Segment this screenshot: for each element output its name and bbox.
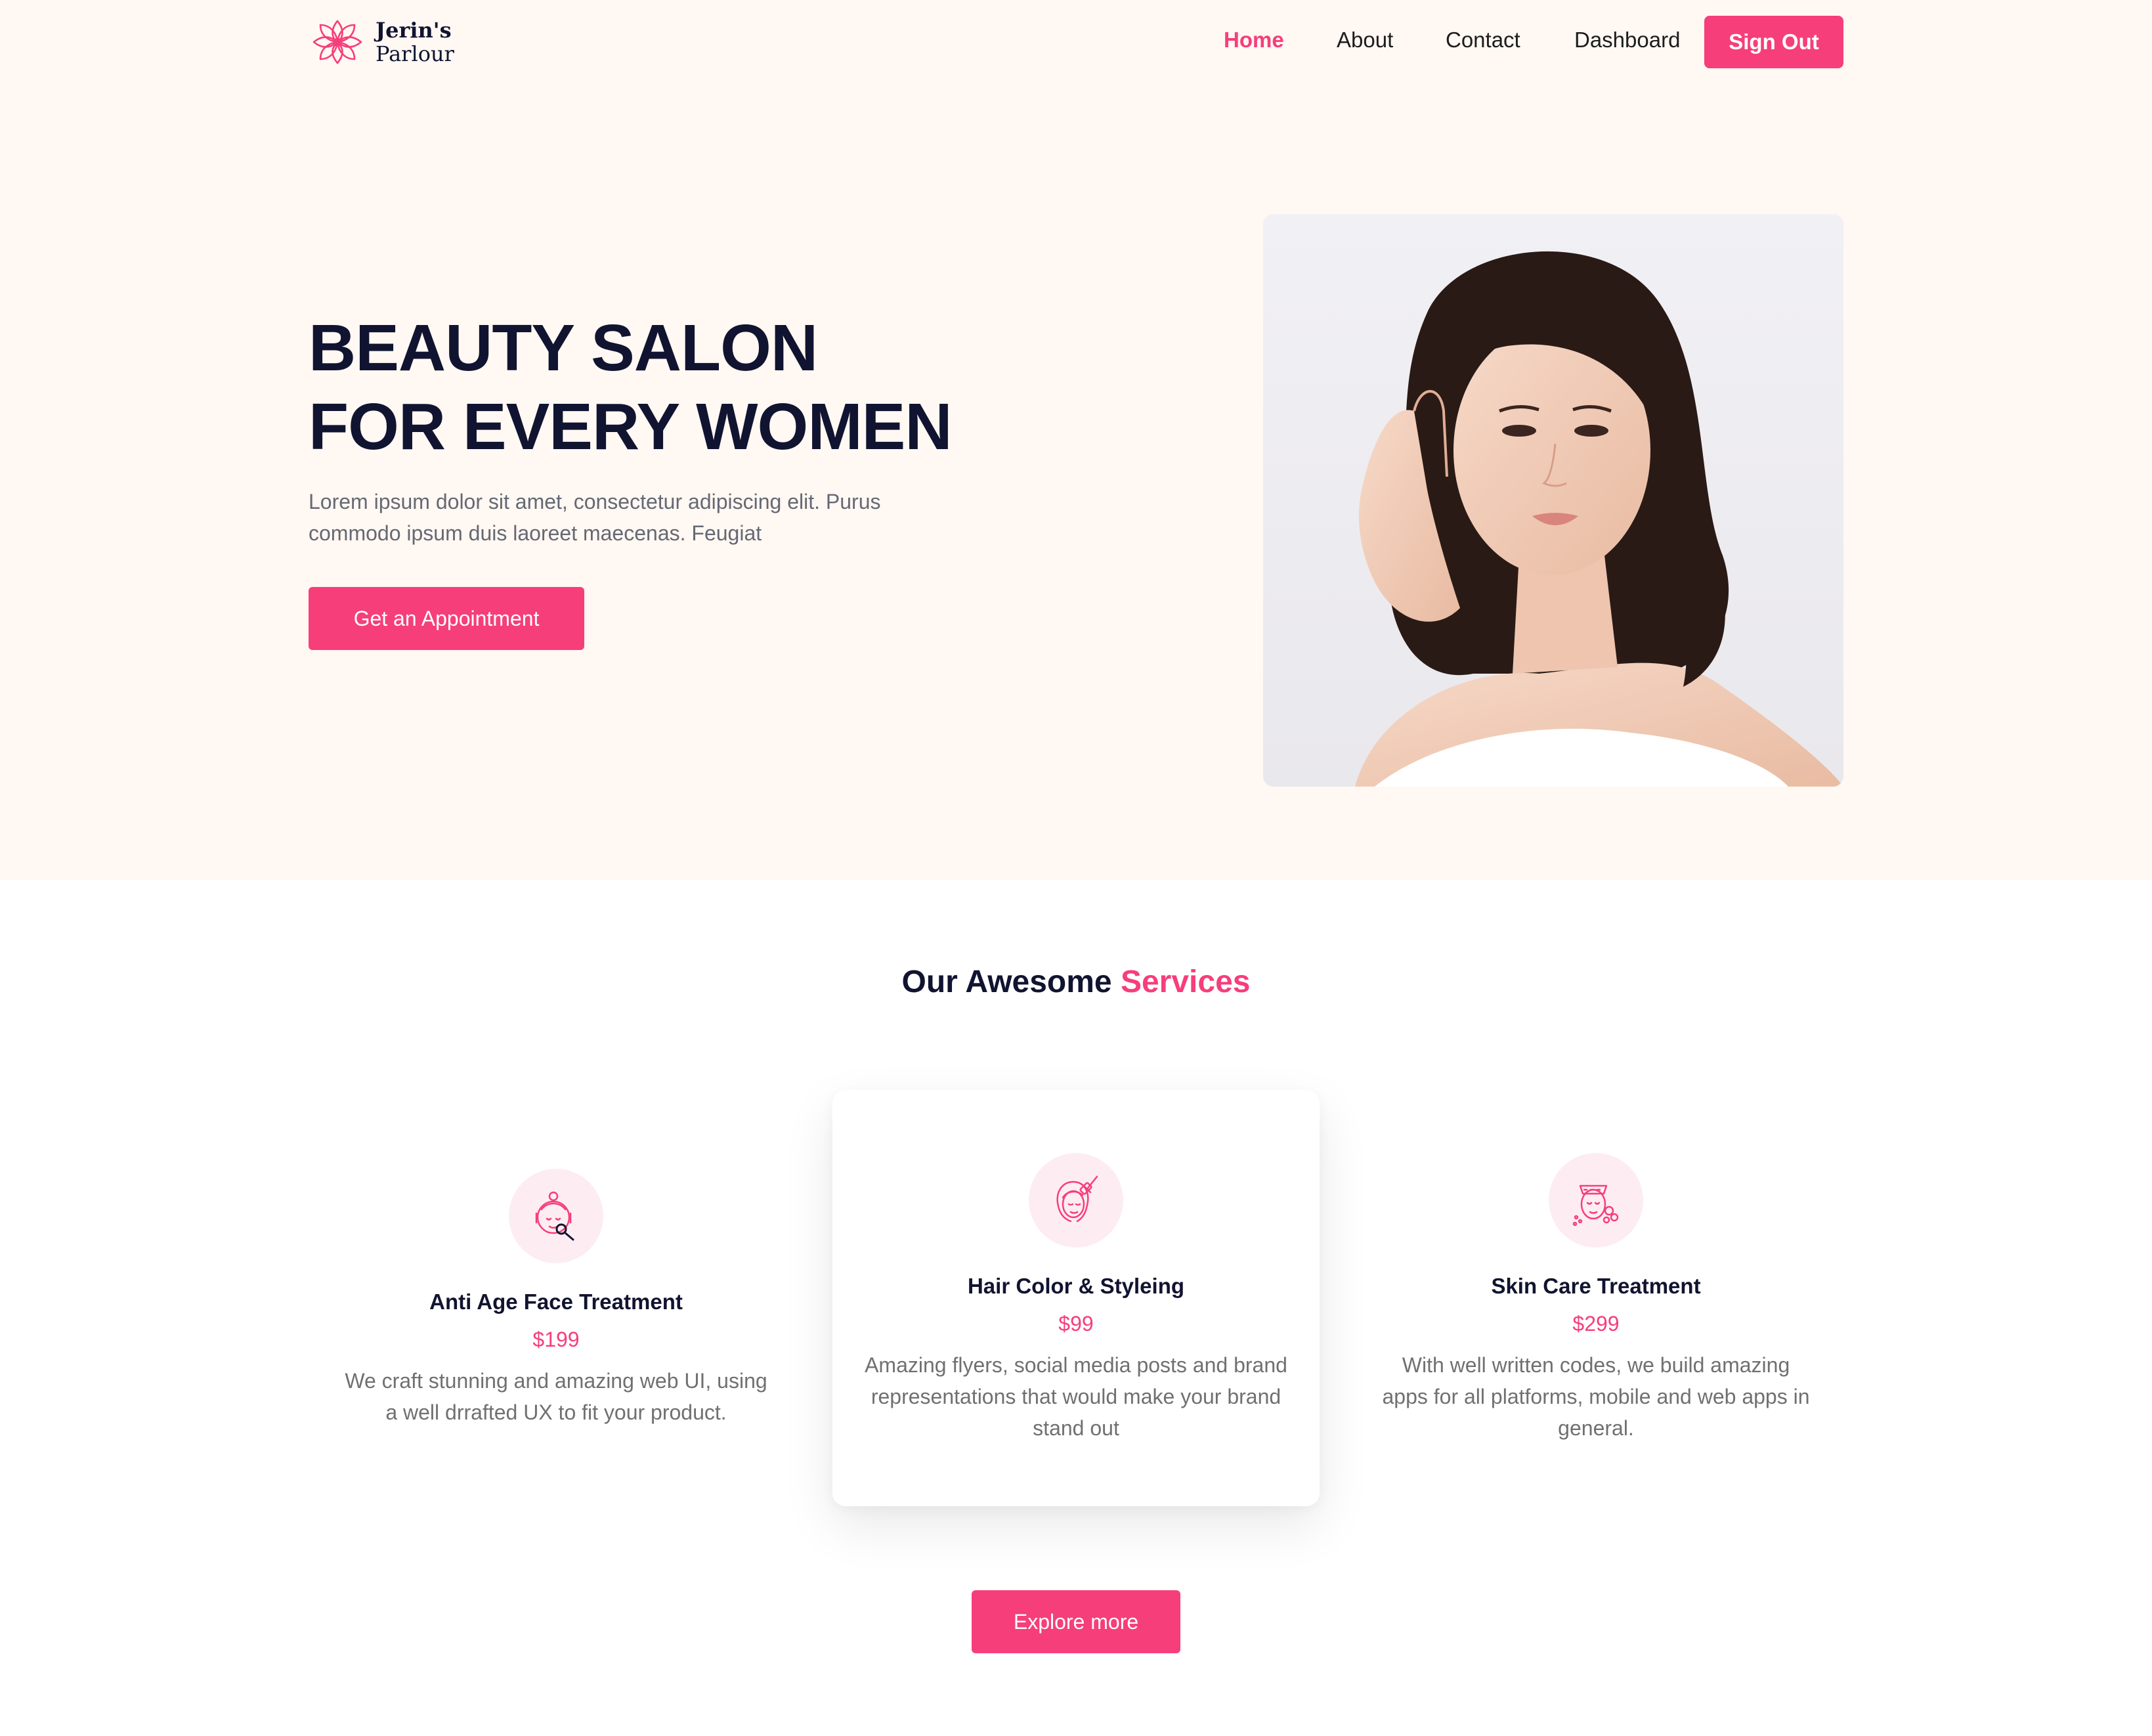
sign-out-button[interactable]: Sign Out <box>1704 16 1843 68</box>
service-title: Hair Color & Styleing <box>967 1274 1185 1298</box>
get-appointment-button[interactable]: Get an Appointment <box>309 587 584 650</box>
nav-dashboard[interactable]: Dashboard <box>1574 28 1680 53</box>
hero-title-line2: FOR EVERY WOMEN <box>309 390 953 464</box>
services-heading: Our Awesome Services <box>0 964 2152 1000</box>
nav-home[interactable]: Home <box>1224 28 1284 53</box>
nav-contact[interactable]: Contact <box>1446 28 1520 53</box>
hero-title: BEAUTY SALON FOR EVERY WOMEN <box>309 309 953 466</box>
service-card-hair-styling[interactable]: Hair Color & Styleing $99 Amazing flyers… <box>832 1153 1320 1444</box>
service-description: With well written codes, we build amazin… <box>1382 1353 1810 1440</box>
explore-more-button[interactable]: Explore more <box>972 1590 1180 1653</box>
service-price: $99 <box>1058 1312 1094 1335</box>
service-icon-circle <box>509 1169 603 1263</box>
nav-about[interactable]: About <box>1337 28 1393 53</box>
service-title: Anti Age Face Treatment <box>429 1290 683 1314</box>
face-treatment-icon <box>535 1191 574 1241</box>
service-description: We craft stunning and amazing web UI, us… <box>345 1369 767 1424</box>
service-card-skin-care[interactable]: Skin Care Treatment $299 With well writt… <box>1352 1153 1840 1444</box>
service-price: $199 <box>532 1328 580 1351</box>
services-heading-prefix: Our Awesome <box>901 965 1112 999</box>
hero-description: Lorem ipsum dolor sit amet, consectetur … <box>309 490 881 545</box>
service-icon-circle <box>1029 1153 1123 1248</box>
skin-care-icon <box>1572 1184 1619 1226</box>
brand-name-line1: Jerin's <box>376 18 452 43</box>
portrait-illustration <box>1263 214 1843 787</box>
hero-portrait-image <box>1263 214 1843 787</box>
service-price: $299 <box>1572 1312 1620 1335</box>
service-icon-circle <box>1549 1153 1643 1248</box>
service-card-face-treatment[interactable]: Anti Age Face Treatment $199 We craft st… <box>312 1169 800 1428</box>
service-description: Amazing flyers, social media posts and b… <box>865 1353 1287 1440</box>
hair-styling-icon <box>1056 1175 1098 1223</box>
services-heading-accent: Services <box>1120 965 1251 999</box>
hero-title-line1: BEAUTY SALON <box>309 311 818 385</box>
brand-name-line2: Parlour <box>376 41 454 66</box>
brand-logo[interactable]: Jerin's Parlour <box>309 14 454 70</box>
service-title: Skin Care Treatment <box>1491 1274 1701 1298</box>
lotus-flower-icon <box>312 20 362 64</box>
